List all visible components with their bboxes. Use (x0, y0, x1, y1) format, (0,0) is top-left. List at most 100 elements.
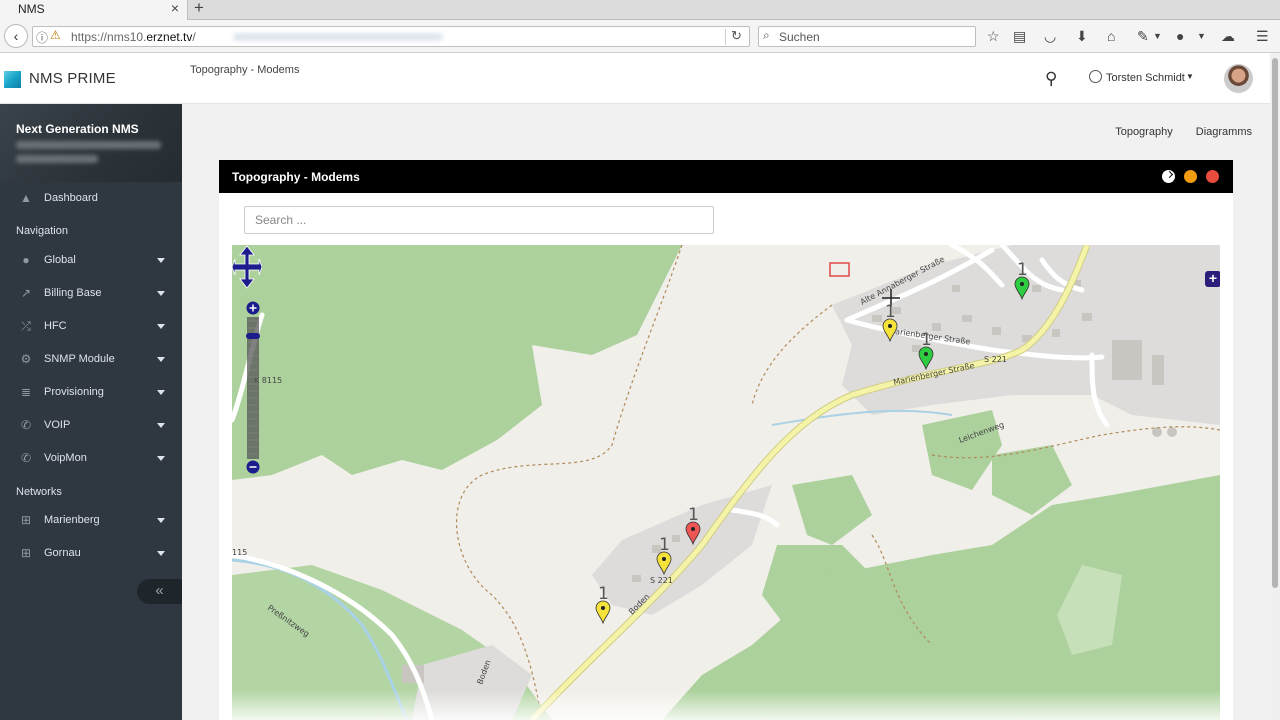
panel-header: Topography - Modems (219, 160, 1233, 193)
sidebar-item-label: HFC (44, 320, 67, 332)
pan-control[interactable] (232, 245, 262, 289)
map-pin-dot (691, 527, 695, 531)
brand-name[interactable]: NMS PRIME (29, 70, 116, 87)
browser-tab[interactable]: NMS × (0, 0, 188, 20)
map-pin-dot (662, 557, 666, 561)
panel-title: Topography - Modems (232, 170, 360, 184)
panel-close-icon[interactable] (1206, 170, 1219, 183)
stream-2 (771, 409, 953, 426)
tab-close-icon[interactable]: × (171, 0, 179, 16)
topography-map[interactable]: K 8115 115 S 221 S 221 Alte Annaberger S… (232, 245, 1220, 720)
menu-icon[interactable]: ☰ (1256, 27, 1269, 45)
map-pin-icon[interactable] (595, 600, 611, 625)
sidebar-item-snmp-module[interactable]: ⚙ SNMP Module (0, 343, 182, 376)
back-button[interactable]: ‹ (4, 24, 28, 48)
road-label-s221-bottom: S 221 (650, 576, 673, 585)
sidebar-item-marienberg[interactable]: ⊞ Marienberg (0, 504, 182, 537)
main-content: Topography Diagramms Topography - Modems (182, 104, 1270, 720)
map-pin-dot (888, 324, 892, 328)
sidebar-item-dashboard[interactable]: ▲ Dashboard (0, 182, 182, 215)
pocket-icon[interactable]: ◡ (1044, 27, 1056, 45)
sidebar-collapse-button[interactable]: « (137, 579, 182, 604)
sidebar-section-navigation: Navigation (16, 225, 68, 237)
topography-link[interactable]: Topography (1115, 126, 1173, 138)
adblock-icon[interactable]: ● (1176, 27, 1184, 45)
random-icon: ⤮ (21, 319, 31, 333)
search-icon: ⌕ (763, 28, 770, 42)
download-icon[interactable]: ⬇ (1076, 27, 1088, 45)
info-icon[interactable]: ⓘ (36, 29, 48, 46)
panel-minimize-icon[interactable] (1184, 170, 1197, 183)
tab-title: NMS (18, 2, 45, 16)
page-scrollbar-thumb[interactable] (1272, 58, 1278, 588)
caret-down-icon (157, 456, 165, 461)
phone-icon: ✆ (20, 418, 32, 432)
header-breadcrumb: Topography - Modems (190, 64, 300, 76)
logo-icon[interactable] (4, 71, 21, 88)
sidebar-item-label: Billing Base (44, 287, 102, 299)
sidebar-title: Next Generation NMS (16, 122, 139, 136)
sidebar-item-label: VoipMon (44, 452, 87, 464)
sidebar-item-label: Provisioning (44, 386, 104, 398)
address-bar[interactable]: ⓘ ⚠ https://nms10.erznet.tv/ ↻ (32, 26, 750, 47)
user-name[interactable]: Torsten Schmidt (1106, 72, 1185, 84)
panel-refresh-icon[interactable] (1162, 170, 1175, 183)
browser-search-box[interactable]: ⌕ Suchen (758, 26, 976, 47)
globe-icon: ● (22, 253, 30, 267)
pan-arrows-icon[interactable] (232, 245, 262, 289)
modem-marker-yellow[interactable]: 1 (595, 584, 611, 625)
zoom-slider-handle[interactable] (246, 333, 260, 339)
sidebar-header: Next Generation NMS (0, 104, 182, 182)
app-header: NMS PRIME Topography - Modems ⚲ Torsten … (0, 53, 1270, 104)
browser-nav-bar: ‹ ⓘ ⚠ https://nms10.erznet.tv/ ↻ ⌕ Suche… (0, 20, 1280, 53)
sidebar-item-billing-base[interactable]: ↗ Billing Base (0, 277, 182, 310)
home-icon[interactable]: ⌂ (1107, 27, 1115, 45)
sidebar-subtitle-redacted (16, 141, 161, 149)
sidebar-item-label: Global (44, 254, 76, 266)
zoom-control[interactable] (246, 301, 260, 475)
url-redacted (233, 33, 443, 41)
caret-down-icon (157, 291, 165, 296)
map-pin-dot (1020, 282, 1024, 286)
sidebar-item-voip[interactable]: ✆ VOIP (0, 409, 182, 442)
map-search-input[interactable] (244, 206, 714, 234)
sidebar: Next Generation NMS ▲ Dashboard Navigati… (0, 104, 182, 720)
sidebar-item-voipmon[interactable]: ✆ VoipMon (0, 442, 182, 475)
user-dropdown-icon[interactable]: ▼ (1186, 72, 1194, 81)
sidebar-section-networks: Networks (16, 486, 62, 498)
sidebar-item-label: Dashboard (44, 192, 98, 204)
bookmark-star-icon[interactable]: ☆ (987, 27, 1000, 45)
search-icon[interactable]: ⚲ (1045, 69, 1057, 89)
sidebar-item-global[interactable]: ● Global (0, 244, 182, 277)
diagramms-link[interactable]: Diagramms (1196, 126, 1252, 138)
lock-warning-icon[interactable]: ⚠ (50, 28, 61, 42)
caret-down-icon (157, 258, 165, 263)
map-canvas[interactable]: K 8115 115 S 221 S 221 Alte Annaberger S… (232, 245, 1220, 720)
view-links: Topography Diagramms (1095, 126, 1252, 138)
sync-icon[interactable]: ☁ (1221, 27, 1235, 45)
sidebar-item-gornau[interactable]: ⊞ Gornau (0, 537, 182, 570)
zoom-slider[interactable] (246, 301, 260, 475)
sidebar-item-hfc[interactable]: ⤮ HFC (0, 310, 182, 343)
avatar[interactable] (1224, 64, 1253, 93)
map-bottom-fade (232, 690, 1220, 720)
adblock-dropdown-icon[interactable]: ▼ (1197, 27, 1206, 45)
reading-list-icon[interactable]: ▤ (1013, 27, 1026, 45)
layer-switcher-button[interactable]: + (1205, 271, 1220, 287)
extension-icon[interactable]: ✎ (1137, 27, 1149, 45)
caret-down-icon (157, 357, 165, 362)
sidebar-item-provisioning[interactable]: ≣ Provisioning (0, 376, 182, 409)
user-icon[interactable] (1089, 70, 1102, 83)
phone-icon: ✆ (20, 451, 32, 465)
sidebar-subtitle-redacted-2 (16, 155, 98, 163)
map-pin-dot (601, 606, 605, 610)
selection-box[interactable] (829, 262, 850, 277)
sidebar-item-label: Gornau (44, 547, 81, 559)
line-chart-icon: ↗ (20, 286, 32, 300)
sidebar-item-label: SNMP Module (44, 353, 115, 365)
reload-icon[interactable]: ↻ (731, 28, 742, 44)
new-tab-button[interactable]: + (194, 0, 204, 18)
browser-search-placeholder: Suchen (779, 30, 820, 44)
extension-dropdown-icon[interactable]: ▼ (1153, 27, 1162, 45)
caret-down-icon (157, 551, 165, 556)
